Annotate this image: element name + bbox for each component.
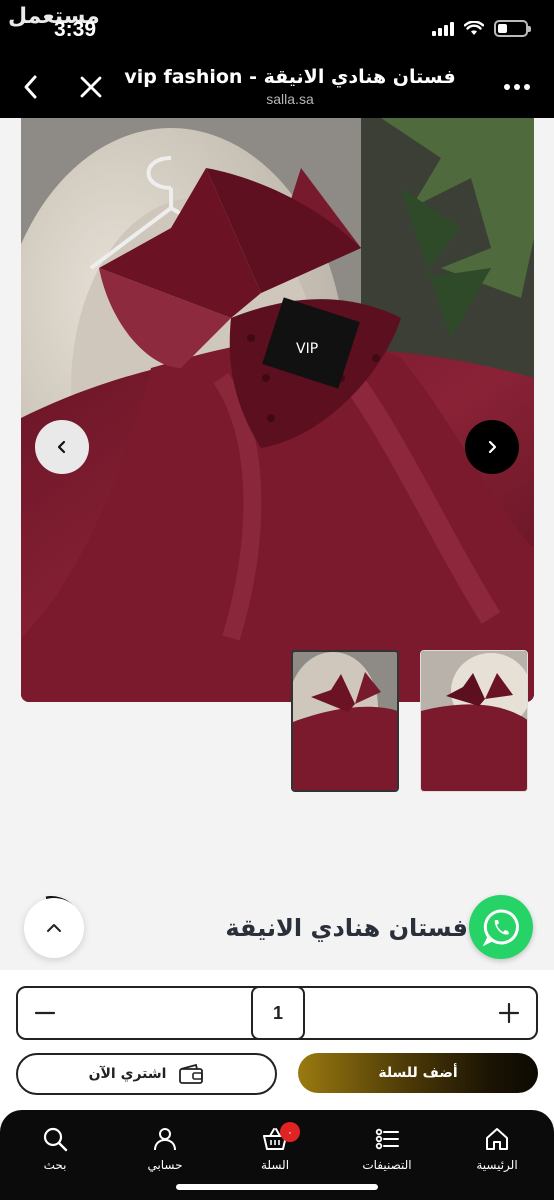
home-icon <box>486 1128 508 1150</box>
plus-icon <box>498 1002 520 1024</box>
wifi-icon <box>464 21 484 35</box>
nav-item-categories[interactable]: التصنيفات <box>342 1126 432 1182</box>
quantity-increase-button[interactable] <box>482 988 536 1038</box>
chevron-left-icon <box>57 440 66 454</box>
nav-label: السلة <box>260 1158 290 1172</box>
browser-nav: فستان هنادي الانيقة - vip fashion salla.… <box>0 60 554 112</box>
whatsapp-button[interactable] <box>469 895 533 959</box>
status-time: 3:39 <box>54 18 97 41</box>
gallery-prev-button[interactable] <box>35 420 89 474</box>
more-button[interactable] <box>502 74 532 100</box>
thumbnail-image <box>421 651 527 791</box>
thumbnail-1[interactable] <box>291 650 399 792</box>
page-title: فستان هنادي الانيقة - vip fashion <box>124 66 456 88</box>
top-bar: مستعمل 3:39 فستان هنادي الانيقة - vip fa… <box>0 0 554 118</box>
nav-item-home[interactable]: الرئيسية <box>452 1126 542 1182</box>
back-button[interactable] <box>18 72 44 102</box>
battery-icon <box>494 20 531 37</box>
buy-now-button[interactable]: اشتري الآن <box>16 1053 277 1095</box>
chevron-up-icon <box>47 924 61 932</box>
nav-label: بحث <box>43 1158 67 1172</box>
product-image-gallery[interactable]: VIP <box>21 118 534 702</box>
thumbnail-image <box>293 652 397 790</box>
svg-text:VIP: VIP <box>296 341 318 357</box>
cart-count-badge: ٠ <box>280 1122 300 1142</box>
nav-label: الرئيسية <box>476 1158 518 1172</box>
product-name: فستان هنادي الانيقة <box>225 914 468 942</box>
home-indicator <box>176 1184 378 1190</box>
add-to-cart-label: أضف للسلة <box>378 1065 458 1081</box>
close-icon <box>80 76 102 98</box>
scroll-to-top-button[interactable] <box>24 898 84 958</box>
chevron-right-icon <box>488 440 497 454</box>
status-icons <box>432 20 531 37</box>
close-button[interactable] <box>76 72 106 102</box>
nav-label: التصنيفات <box>362 1158 412 1172</box>
gallery-next-button[interactable] <box>465 420 519 474</box>
nav-item-cart[interactable]: ٠ السلة <box>230 1122 320 1182</box>
nav-label: حسابي <box>147 1158 183 1172</box>
buy-now-label: اشتري الآن <box>88 1066 167 1082</box>
wallet-icon <box>179 1063 204 1084</box>
nav-item-search[interactable]: بحث <box>10 1126 100 1182</box>
product-image: VIP <box>21 118 534 702</box>
quantity-decrease-button[interactable] <box>18 988 72 1038</box>
browser-title-block: فستان هنادي الانيقة - vip fashion salla.… <box>110 66 470 107</box>
quantity-stepper: 1 <box>16 986 538 1040</box>
thumbnail-2[interactable] <box>420 650 528 792</box>
minus-icon <box>34 1011 56 1015</box>
chevron-left-icon <box>24 75 37 99</box>
more-horizontal-icon <box>504 84 530 90</box>
add-to-cart-button[interactable]: أضف للسلة <box>298 1053 538 1093</box>
nav-item-account[interactable]: حسابي <box>120 1126 210 1182</box>
page-domain: salla.sa <box>266 91 314 107</box>
search-icon <box>43 1127 68 1152</box>
cellular-signal-icon <box>432 21 454 36</box>
user-icon <box>154 1128 176 1151</box>
whatsapp-icon <box>482 909 519 947</box>
quantity-input[interactable]: 1 <box>251 986 305 1040</box>
cart-panel: 1 اشتري الآن أضف للسلة <box>0 970 554 1120</box>
product-page: مستعمل 3:39 فستان هنادي الانيقة - vip fa… <box>0 0 554 1200</box>
list-icon <box>375 1128 399 1150</box>
